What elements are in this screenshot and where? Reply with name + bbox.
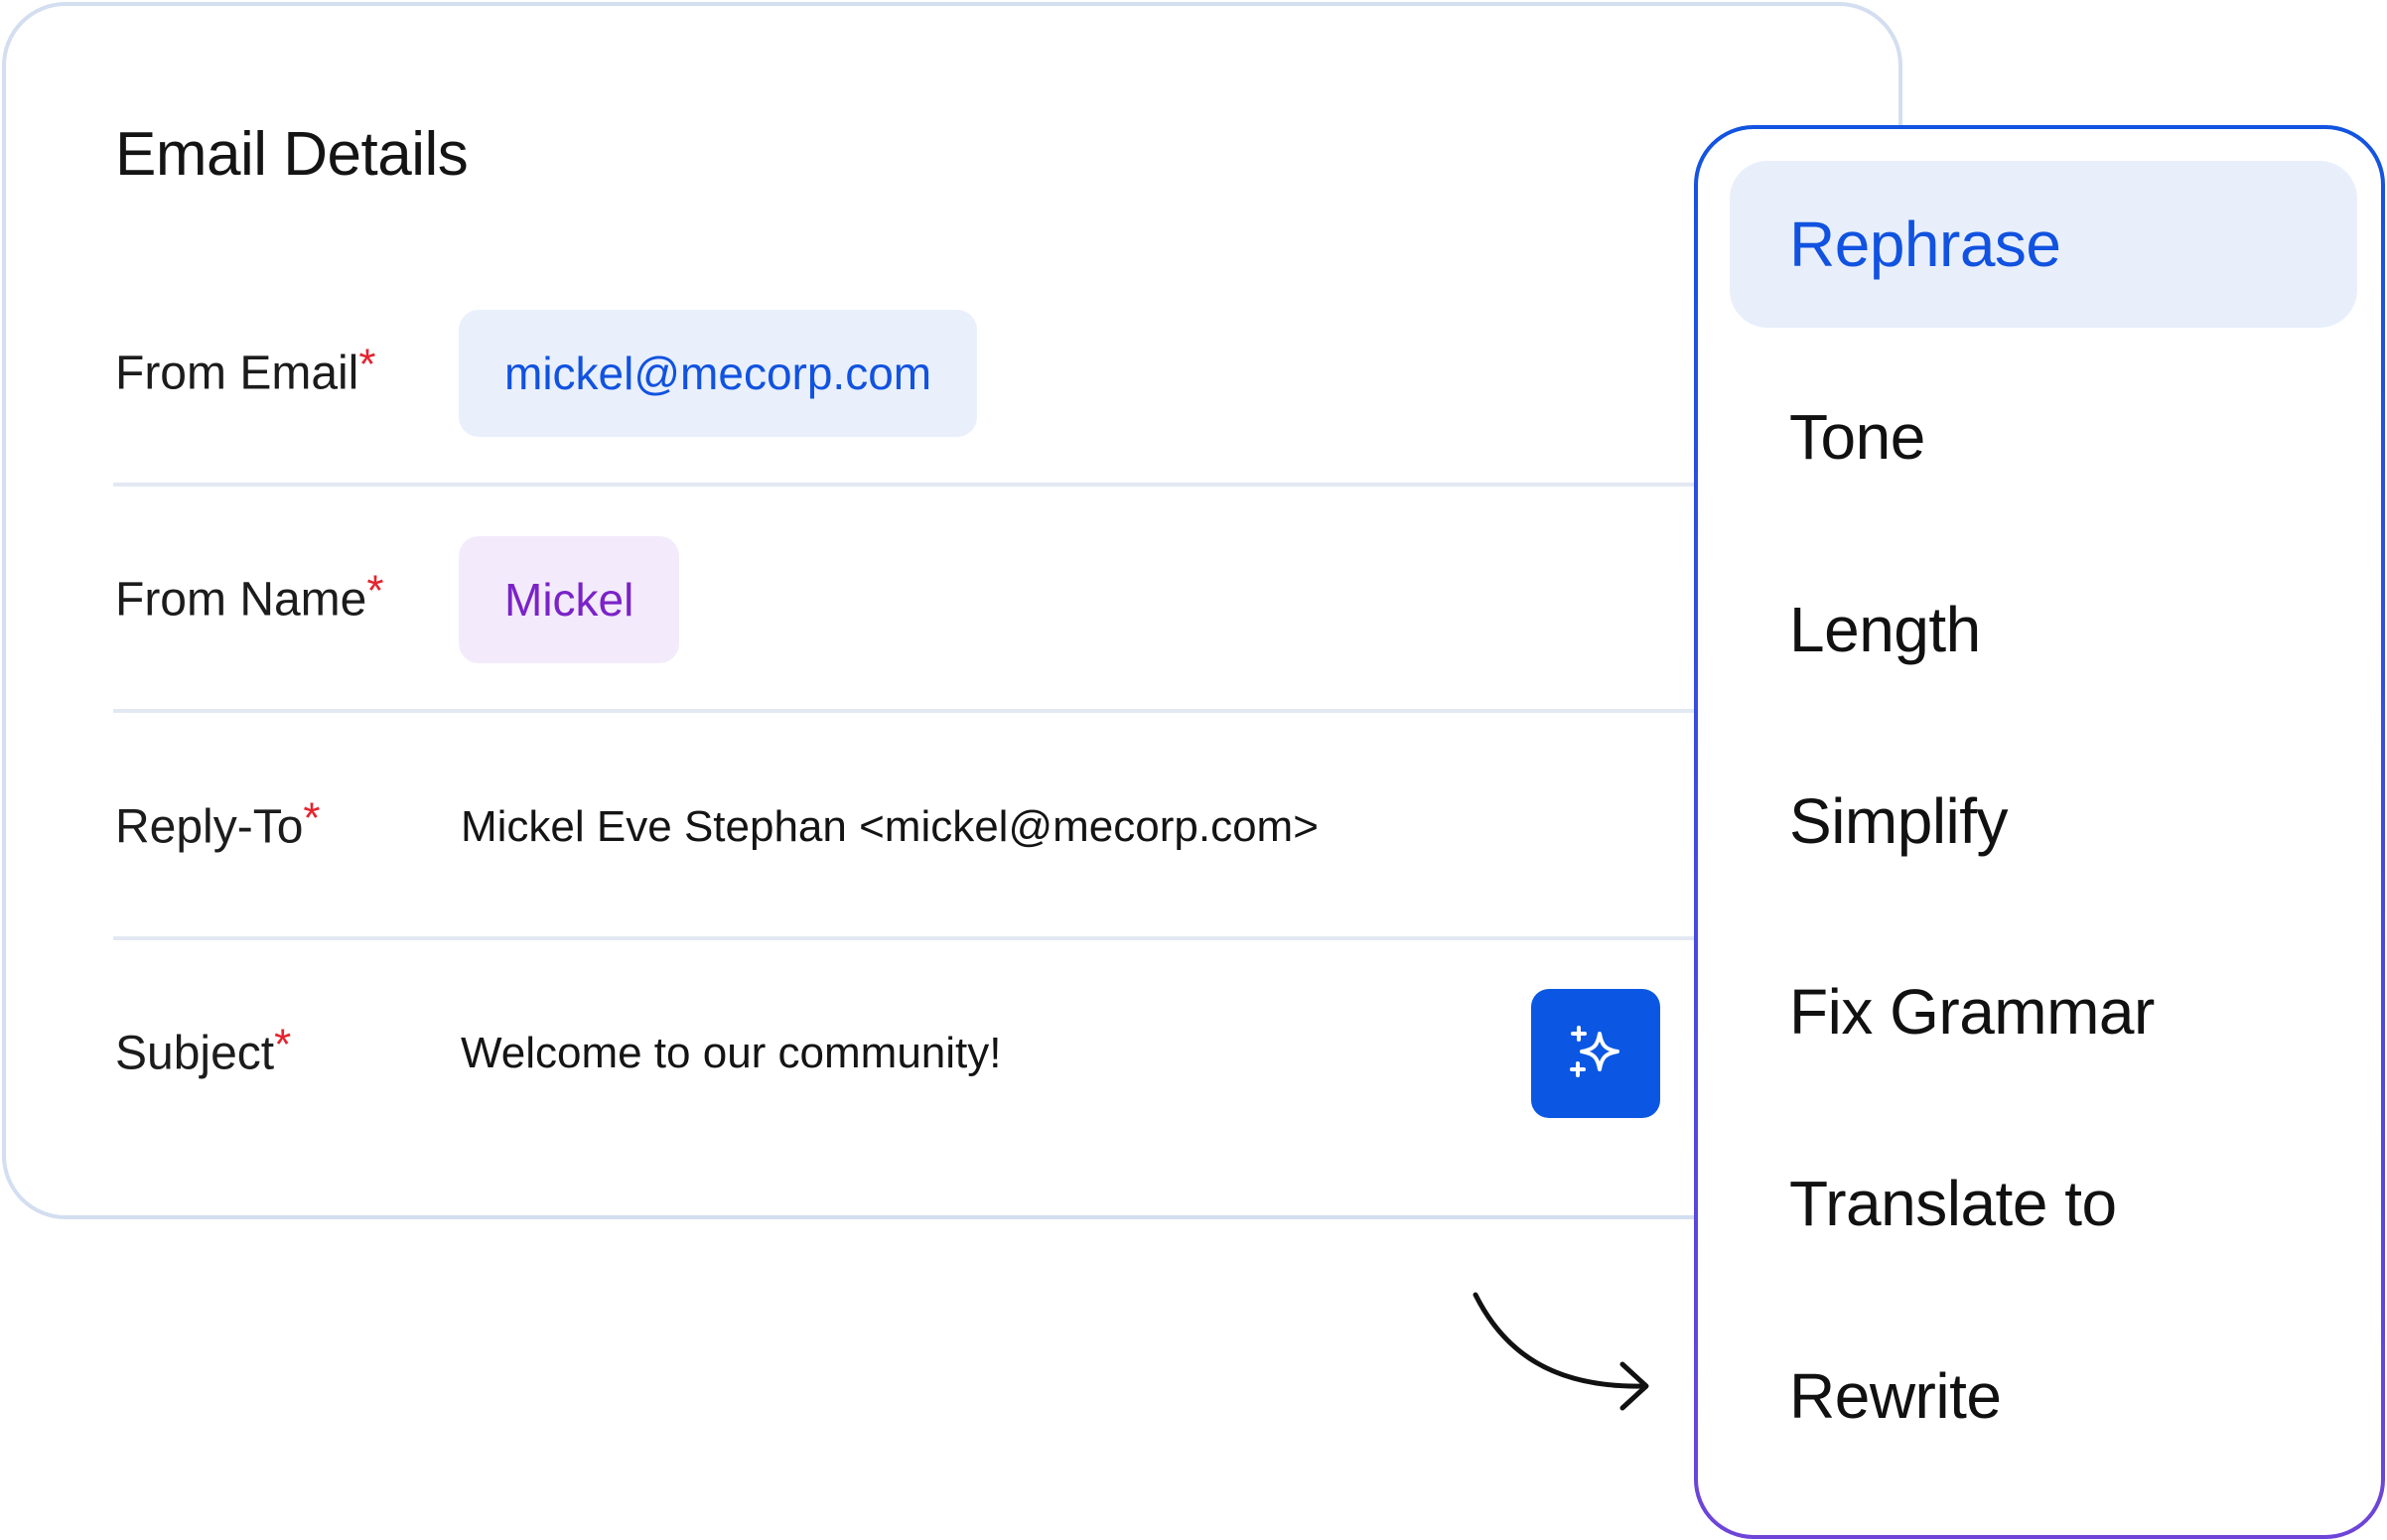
- sparkles-icon: [1570, 1026, 1619, 1077]
- required-marker: *: [303, 793, 321, 843]
- from-email-chip[interactable]: mickel@mecorp.com: [459, 310, 978, 437]
- required-marker: *: [274, 1020, 292, 1069]
- menu-item-rephrase[interactable]: Rephrase: [1730, 161, 2357, 328]
- from-name-label: From Name*: [115, 567, 383, 628]
- ai-actions-menu: Rephrase Tone Length Simplify Fix Gramma…: [1694, 125, 2385, 1539]
- menu-item-rewrite[interactable]: Rewrite: [1730, 1313, 2357, 1479]
- ai-assist-button[interactable]: [1531, 989, 1660, 1118]
- row-divider: [113, 709, 1708, 713]
- card-title: Email Details: [115, 120, 469, 189]
- required-marker: *: [358, 340, 376, 389]
- reply-to-label-text: Reply-To: [115, 800, 304, 854]
- required-marker: *: [366, 566, 384, 616]
- menu-item-fix-grammar[interactable]: Fix Grammar: [1730, 928, 2357, 1095]
- email-details-card: Email Details From Email* mickel@mecorp.…: [2, 2, 1902, 1219]
- reply-to-label: Reply-To*: [115, 794, 321, 855]
- from-email-label-text: From Email: [115, 347, 359, 400]
- menu-item-translate-to[interactable]: Translate to: [1730, 1120, 2357, 1287]
- subject-row: Subject* Welcome to our community!: [113, 940, 1708, 1167]
- menu-item-tone[interactable]: Tone: [1730, 353, 2357, 520]
- from-name-row: From Name* Mickel: [113, 487, 1708, 713]
- subject-value[interactable]: Welcome to our community!: [461, 1029, 1001, 1078]
- from-name-label-text: From Name: [115, 573, 367, 627]
- reply-to-value[interactable]: Mickel Eve Stephan <mickel@mecorp.com>: [461, 802, 1319, 852]
- menu-item-simplify[interactable]: Simplify: [1730, 738, 2357, 905]
- stage: Email Details From Email* mickel@mecorp.…: [0, 0, 2387, 1540]
- from-email-label: From Email*: [115, 341, 375, 401]
- reply-to-row: Reply-To* Mickel Eve Stephan <mickel@mec…: [113, 714, 1708, 940]
- curved-arrow-icon: [1473, 1292, 1649, 1411]
- subject-label-text: Subject: [115, 1027, 275, 1080]
- from-email-row: From Email* mickel@mecorp.com: [113, 260, 1708, 487]
- subject-label: Subject*: [115, 1021, 291, 1081]
- menu-item-length[interactable]: Length: [1730, 546, 2357, 713]
- from-name-chip[interactable]: Mickel: [459, 536, 680, 663]
